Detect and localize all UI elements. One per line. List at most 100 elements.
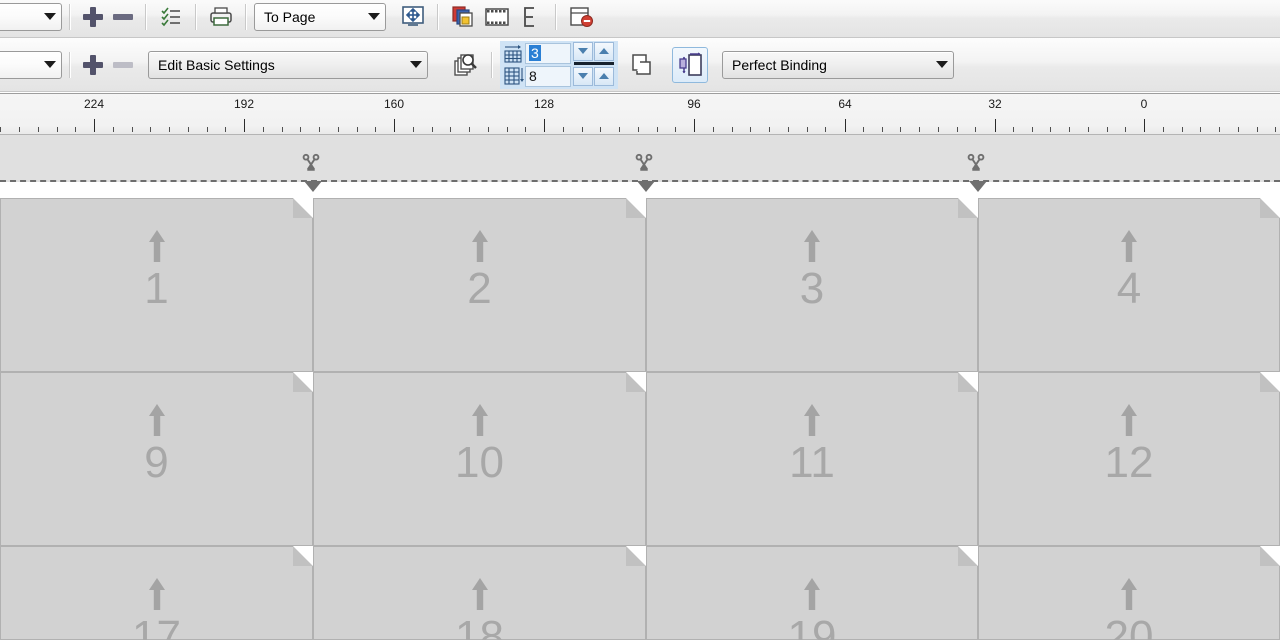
spinner-down-icon [578, 48, 588, 54]
ruler-label: 0 [1141, 97, 1148, 111]
page-cell[interactable]: 9 [0, 372, 313, 546]
minus-icon [113, 62, 133, 68]
cut-marker-triangle [969, 181, 987, 192]
page-cell[interactable]: 18 [313, 546, 646, 640]
up-arrow-icon [470, 229, 490, 263]
page-fold-corner-icon [293, 372, 313, 392]
columns-value-field[interactable]: 3 [525, 43, 571, 64]
page-cell[interactable]: 17 [0, 546, 313, 640]
binding-measure-button[interactable] [672, 47, 708, 83]
ruler-tick-minor [600, 127, 601, 132]
ruler-tick-minor [863, 127, 864, 132]
rows-value-field[interactable]: 8 [525, 66, 571, 87]
ruler-tick-major [244, 119, 245, 132]
ruler-tick-minor [1163, 127, 1164, 132]
imposition-canvas[interactable]: 1 2 3 4 9 10 11 12 17 18 19 20 [0, 135, 1280, 640]
fit-to-screen-button[interactable] [396, 1, 430, 33]
chevron-down-icon[interactable] [39, 13, 61, 20]
binding-combobox[interactable]: Perfect Binding [722, 51, 954, 79]
toolbar-separator [69, 4, 71, 30]
single-sheet-button[interactable] [626, 49, 660, 81]
ruler-tick-minor [638, 127, 639, 132]
scissors-icon [965, 153, 987, 180]
duplicate-pages-button[interactable] [446, 1, 480, 33]
add-layout-button[interactable] [78, 50, 108, 80]
page-cell[interactable]: 1 [0, 198, 313, 372]
preset-combobox[interactable] [0, 3, 62, 31]
ruler-tick-minor [75, 127, 76, 132]
page-cell[interactable]: 12 [978, 372, 1280, 546]
add-preset-button[interactable] [78, 2, 108, 32]
preflight-checklist-button[interactable] [154, 1, 188, 33]
page-cell[interactable]: 20 [978, 546, 1280, 640]
ruler-tick-minor [375, 127, 376, 132]
grid-dimensions-spinner[interactable]: 3 [500, 41, 618, 89]
ruler-tick-minor [1200, 127, 1201, 132]
columns-decrement-button[interactable] [573, 42, 593, 61]
ruler-tick-minor [319, 127, 320, 132]
ruler-tick-minor [675, 127, 676, 132]
page-cell[interactable]: 11 [646, 372, 978, 546]
page-number: 18 [455, 615, 504, 640]
toolbar-separator [491, 52, 493, 78]
chevron-down-icon[interactable] [405, 61, 427, 68]
page-grid[interactable]: 1 2 3 4 9 10 11 12 17 18 19 20 [0, 198, 1280, 640]
ruler-tick-minor [1238, 127, 1239, 132]
toolbar-separator [195, 4, 197, 30]
ruler-tick-minor [450, 127, 451, 132]
rows-decrement-button[interactable] [573, 67, 593, 86]
page-stack-search-button[interactable] [450, 49, 484, 81]
ruler-tick-minor [300, 127, 301, 132]
plus-icon [82, 6, 104, 28]
filmstrip-button[interactable] [480, 1, 514, 33]
scissors-icon [633, 153, 655, 180]
page-cell-content: 18 [314, 547, 645, 640]
page-cell[interactable]: 4 [978, 198, 1280, 372]
rows-increment-button[interactable] [594, 67, 614, 86]
ruler-tick-minor [413, 127, 414, 132]
page-cell-content: 19 [647, 547, 977, 640]
layout-combobox[interactable] [0, 51, 62, 79]
page-cell[interactable]: 3 [646, 198, 978, 372]
page-number: 11 [789, 441, 835, 485]
chevron-down-icon[interactable] [363, 13, 385, 20]
toolbar-separator [145, 4, 147, 30]
ruler-label: 64 [838, 97, 851, 111]
signature-button[interactable] [514, 1, 548, 33]
columns-increment-button[interactable] [594, 42, 614, 61]
toolbar-separator [437, 4, 439, 30]
delete-page-button[interactable] [564, 1, 598, 33]
chevron-down-icon[interactable] [931, 61, 953, 68]
page-fold-corner-icon [1260, 372, 1280, 392]
print-button[interactable] [204, 1, 238, 33]
ruler-tick-minor [713, 127, 714, 132]
page-cell[interactable]: 10 [313, 372, 646, 546]
print-icon [208, 5, 234, 29]
ruler-tick-minor [657, 127, 658, 132]
scissors-icon [300, 153, 322, 175]
page-fold-corner-icon [958, 546, 978, 566]
ruler-tick-minor [1275, 127, 1276, 132]
page-cell[interactable]: 19 [646, 546, 978, 640]
ruler-tick-minor [769, 127, 770, 132]
spinner-focus-underline [574, 62, 614, 65]
spinner-up-icon [599, 48, 609, 54]
horizontal-ruler[interactable]: 2241921601289664320 [0, 93, 1280, 135]
chevron-down-icon[interactable] [39, 61, 61, 68]
up-arrow-icon [802, 229, 822, 263]
remove-preset-button[interactable] [108, 2, 138, 32]
scope-combobox[interactable]: To Page [254, 3, 386, 31]
remove-layout-button[interactable] [108, 50, 138, 80]
scope-combobox-value: To Page [255, 9, 363, 25]
page-fold-corner-icon [958, 372, 978, 392]
ruler-tick-minor [1013, 127, 1014, 132]
up-arrow-icon [147, 403, 167, 437]
cut-marker-triangle [304, 181, 322, 192]
page-cell-content: 12 [979, 373, 1279, 485]
page-cell[interactable]: 2 [313, 198, 646, 372]
scissors-icon [633, 153, 655, 175]
ruler-tick-minor [263, 127, 264, 132]
ruler-tick-minor [563, 127, 564, 132]
cut-mark [965, 153, 991, 193]
settings-combobox[interactable]: Edit Basic Settings [148, 51, 428, 79]
